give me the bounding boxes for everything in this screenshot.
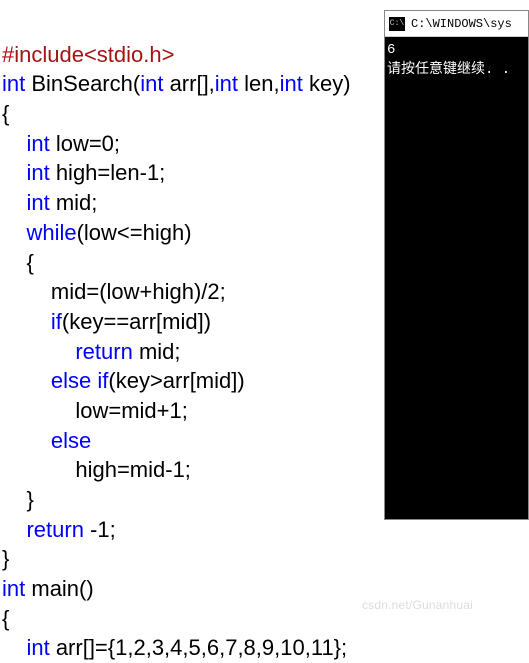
- stmt-mid-assign: mid=(low+high)/2;: [2, 279, 226, 304]
- param-arr: arr[],: [163, 71, 214, 96]
- kw-int: int: [26, 635, 49, 660]
- return-mid: mid;: [133, 339, 181, 364]
- brace-open-main: {: [2, 606, 9, 631]
- kw-return: return: [75, 339, 132, 364]
- console-prompt: 请按任意键继续. .: [387, 61, 526, 81]
- param-key: key): [303, 71, 351, 96]
- fn-binsearch: BinSearch(: [25, 71, 140, 96]
- brace-close-inner: }: [2, 487, 34, 512]
- kw-int: int: [26, 160, 49, 185]
- kw-return: return: [26, 517, 83, 542]
- param-len: len,: [238, 71, 280, 96]
- kw-else: else: [51, 428, 91, 453]
- kw-if: if: [51, 309, 62, 334]
- stmt-high-assign: high=mid-1;: [2, 457, 191, 482]
- brace-open: {: [2, 101, 9, 126]
- console-output-value: 6: [387, 41, 526, 61]
- decl-low: low=0;: [50, 131, 120, 156]
- stmt-low-assign: low=mid+1;: [2, 398, 188, 423]
- console-titlebar[interactable]: C:\ C:\WINDOWS\sys: [385, 11, 528, 37]
- preproc-include: #include: [2, 42, 84, 67]
- fn-main: main(): [25, 576, 93, 601]
- arr-init: arr[]={1,2,3,4,5,6,7,8,9,10,11};: [50, 635, 347, 660]
- kw-int: int: [140, 71, 163, 96]
- return-neg1: -1;: [84, 517, 116, 542]
- kw-int: int: [26, 190, 49, 215]
- decl-high: high=len-1;: [50, 160, 166, 185]
- kw-int: int: [2, 576, 25, 601]
- watermark: csdn.net/Gunanhuai: [362, 598, 473, 612]
- kw-int: int: [2, 71, 25, 96]
- console-title: C:\WINDOWS\sys: [411, 17, 512, 31]
- kw-while: while: [26, 220, 76, 245]
- kw-int: int: [280, 71, 303, 96]
- console-icon: C:\: [389, 17, 405, 31]
- kw-if: if: [97, 368, 108, 393]
- elseif-cond: (key>arr[mid]): [108, 368, 244, 393]
- brace-open-inner: {: [26, 250, 33, 275]
- kw-else: else: [51, 368, 91, 393]
- console-body[interactable]: 6 请按任意键继续. .: [385, 37, 528, 84]
- while-cond: (low<=high): [77, 220, 192, 245]
- if-cond: (key==arr[mid]): [62, 309, 211, 334]
- decl-mid: mid;: [50, 190, 98, 215]
- brace-close: }: [2, 546, 9, 571]
- kw-int: int: [215, 71, 238, 96]
- preproc-header: <stdio.h>: [84, 42, 175, 67]
- console-window[interactable]: C:\ C:\WINDOWS\sys 6 请按任意键继续. .: [384, 10, 529, 520]
- kw-int: int: [26, 131, 49, 156]
